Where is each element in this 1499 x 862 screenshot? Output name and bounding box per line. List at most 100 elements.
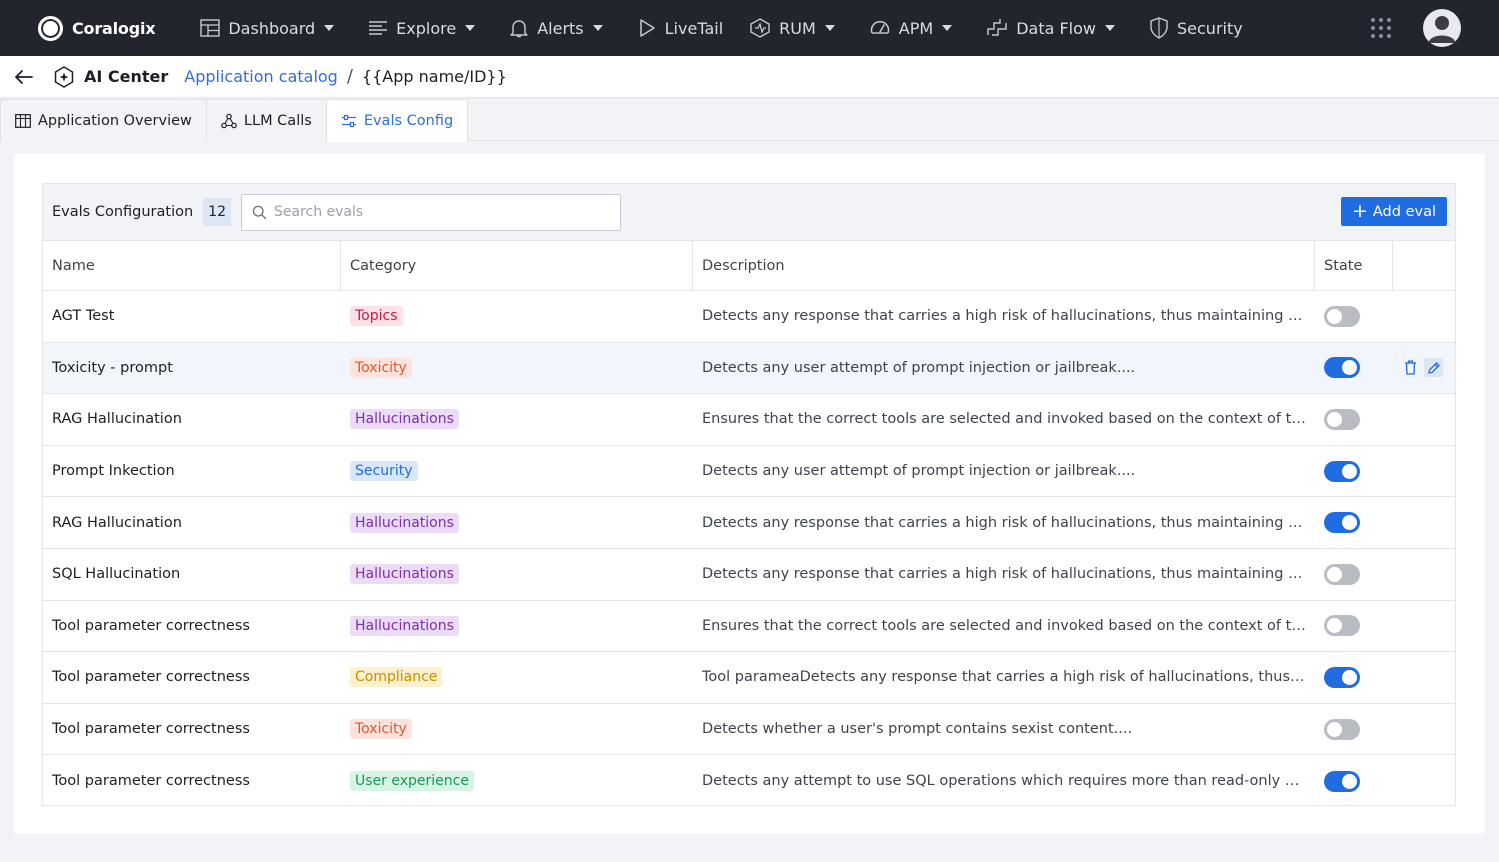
- nav-item-rum[interactable]: RUM: [736, 0, 856, 56]
- evals-count-badge: 12: [203, 198, 231, 226]
- gauge-icon: [869, 18, 899, 38]
- category-badge: Security: [350, 461, 418, 482]
- breadcrumb-separator: /: [346, 66, 353, 87]
- state-toggle[interactable]: [1324, 718, 1360, 740]
- state-toggle[interactable]: [1324, 408, 1360, 430]
- tab-llm-calls[interactable]: LLM Calls: [205, 99, 327, 141]
- table-row[interactable]: Tool parameter correctness User experienc…: [43, 755, 1455, 807]
- table-row[interactable]: Tool parameter correctness Toxicity Detect…: [43, 704, 1455, 756]
- category-cell: Hallucinations: [341, 601, 693, 652]
- chevron-down-icon: [456, 25, 483, 31]
- category-badge: Hallucinations: [350, 512, 459, 533]
- tab-label: Application Overview: [38, 112, 192, 129]
- eval-name: AGT Test: [52, 308, 115, 325]
- user-avatar[interactable]: [1423, 9, 1461, 47]
- edit-icon[interactable]: [1424, 358, 1443, 378]
- nav-item-dashboard[interactable]: Dashboard: [187, 0, 355, 56]
- state-toggle[interactable]: [1324, 770, 1360, 792]
- chevron-down-icon: [1096, 25, 1123, 31]
- nav-item-alerts[interactable]: Alerts: [496, 0, 623, 56]
- add-eval-label: Add eval: [1372, 203, 1436, 220]
- nav-item-livetail[interactable]: LiveTail: [624, 0, 737, 56]
- table-row[interactable]: RAG Hallucination Hallucinations Detects a…: [43, 497, 1455, 549]
- category-cell: Toxicity: [341, 343, 693, 394]
- eval-description: Detects any response that carries a high…: [702, 566, 1307, 583]
- tab-bar: Application Overview LLM Calls Evals Con…: [0, 99, 1499, 142]
- search-field[interactable]: [240, 193, 621, 231]
- table-row[interactable]: SQL Hallucination Hallucinations Detects a…: [43, 549, 1455, 601]
- table-header: Name Category Description State: [43, 241, 1455, 291]
- state-toggle[interactable]: [1324, 615, 1360, 637]
- state-toggle[interactable]: [1324, 305, 1360, 327]
- category-badge: Toxicity: [350, 719, 412, 740]
- description-cell: Detects any attempt to use SQL operation…: [693, 755, 1315, 807]
- column-header-name[interactable]: Name: [43, 241, 341, 290]
- state-toggle[interactable]: [1324, 357, 1360, 379]
- tab-application-overview[interactable]: Application Overview: [0, 99, 207, 141]
- nav-menu: Dashboard Explore Alerts LiveTail RUM APM Data…: [187, 0, 1255, 56]
- category-badge: Hallucinations: [350, 564, 459, 585]
- eval-name: Prompt Inkection: [52, 463, 175, 480]
- apps-grid-icon[interactable]: [1371, 18, 1391, 38]
- category-cell: Toxicity: [341, 704, 693, 755]
- description-cell: Detects any response that carries a high…: [693, 549, 1315, 600]
- actions-cell: [1393, 704, 1455, 755]
- plus-icon: +: [1351, 200, 1368, 222]
- table-row[interactable]: AGT Test Topics Detects any response that …: [43, 291, 1455, 343]
- table-row[interactable]: Prompt Inkection Security Detects any user…: [43, 446, 1455, 498]
- column-header-description[interactable]: Description: [693, 241, 1315, 290]
- state-cell: [1315, 549, 1393, 600]
- description-cell: Detects any response that carries a high…: [693, 291, 1315, 342]
- state-cell: [1315, 446, 1393, 497]
- actions-cell: [1393, 652, 1455, 703]
- breadcrumb-app-label: AI Center: [84, 67, 169, 86]
- column-header-category[interactable]: Category: [341, 241, 693, 290]
- actions-cell: [1393, 343, 1455, 394]
- eval-description: Ensures that the correct tools are selec…: [702, 411, 1307, 428]
- nav-item-apm[interactable]: APM: [856, 0, 973, 56]
- description-cell: Detects any user attempt of prompt injec…: [693, 343, 1315, 394]
- column-header-state[interactable]: State: [1315, 241, 1393, 290]
- table-row[interactable]: Tool parameter correctness Hallucinations…: [43, 601, 1455, 653]
- eval-name: Toxicity - prompt: [52, 359, 173, 376]
- actions-cell: [1393, 394, 1455, 445]
- nav-item-label: RUM: [779, 18, 816, 38]
- actions-cell: [1393, 446, 1455, 497]
- nav-item-security[interactable]: Security: [1136, 0, 1256, 56]
- table-row[interactable]: Toxicity - prompt Toxicity Detects any use…: [43, 342, 1455, 395]
- brand-logo[interactable]: Coralogix: [38, 15, 156, 41]
- eval-name: RAG Hallucination: [52, 411, 182, 428]
- back-button[interactable]: [14, 69, 34, 85]
- nav-item-explore[interactable]: Explore: [355, 0, 496, 56]
- actions-cell: [1393, 755, 1455, 807]
- category-cell: Topics: [341, 291, 693, 342]
- delete-icon[interactable]: [1401, 358, 1420, 377]
- eval-name: Tool parameter correctness: [52, 669, 250, 686]
- dataflow-icon: [986, 18, 1016, 38]
- user-icon: [1428, 16, 1456, 43]
- breadcrumb-link-application-catalog[interactable]: Application catalog: [184, 67, 338, 86]
- category-badge: User experience: [350, 771, 474, 792]
- state-cell: [1315, 497, 1393, 548]
- nav-item-data-flow[interactable]: Data Flow: [973, 0, 1136, 56]
- eval-description: Detects any response that carries a high…: [702, 308, 1307, 325]
- search-input[interactable]: [273, 204, 594, 220]
- description-cell: Detects whether a user's prompt contains…: [693, 704, 1315, 755]
- state-toggle[interactable]: [1324, 563, 1360, 585]
- actions-cell: [1393, 497, 1455, 548]
- table-row[interactable]: Tool parameter correctness Compliance Tool…: [43, 652, 1455, 704]
- tab-evals-config[interactable]: Evals Config: [325, 99, 469, 142]
- breadcrumb-current: {{App name/ID}}: [361, 67, 507, 86]
- category-badge: Topics: [350, 306, 403, 327]
- eval-description: Detects any response that carries a high…: [702, 514, 1307, 531]
- nav-item-label: LiveTail: [664, 18, 724, 38]
- add-eval-button[interactable]: + Add eval: [1340, 197, 1447, 226]
- bell-icon: [509, 18, 537, 38]
- category-cell: Hallucinations: [341, 394, 693, 445]
- state-cell: [1315, 394, 1393, 445]
- state-toggle[interactable]: [1324, 512, 1360, 534]
- state-toggle[interactable]: [1324, 460, 1360, 482]
- table-icon: [15, 113, 31, 128]
- state-toggle[interactable]: [1324, 666, 1360, 688]
- table-row[interactable]: RAG Hallucination Hallucinations Ensures t…: [43, 394, 1455, 446]
